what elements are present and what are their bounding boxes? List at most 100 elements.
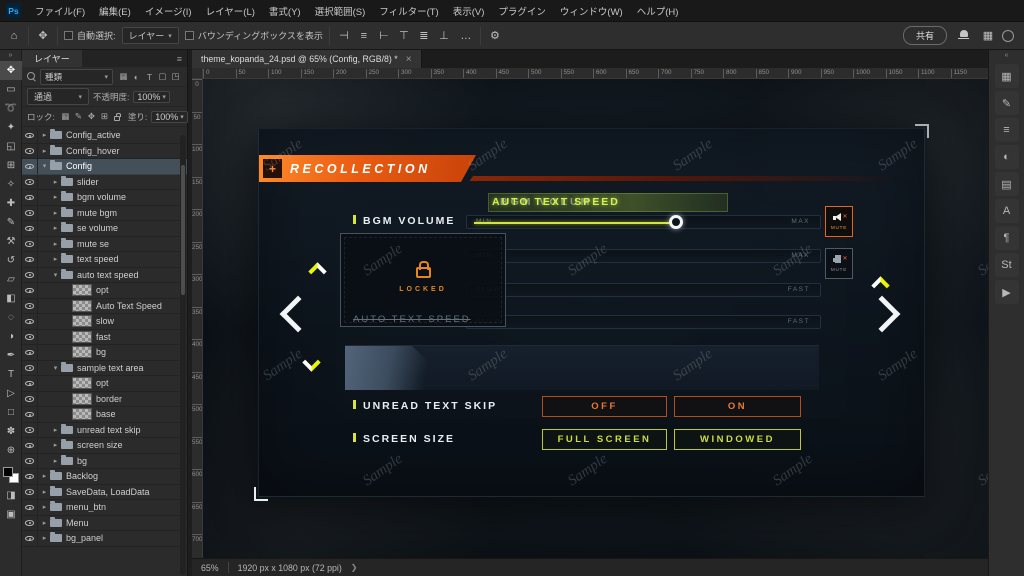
share-button[interactable]: 共有: [902, 26, 947, 45]
workspace-gear-icon[interactable]: ⚙: [487, 27, 503, 45]
actions-panel[interactable]: ▶: [994, 280, 1019, 304]
expand-arrow-icon[interactable]: ▸: [40, 131, 49, 139]
libraries-panel[interactable]: ▤: [994, 172, 1019, 196]
workspace-switcher-icon[interactable]: ▦: [980, 27, 996, 45]
visibility-eye-icon[interactable]: [22, 360, 38, 375]
layer-row-text-speed[interactable]: ▸ text speed: [22, 252, 187, 268]
rightbar-collapse-icon[interactable]: «: [989, 50, 1024, 61]
dodge-tool[interactable]: ◑: [0, 327, 22, 346]
screen-mode-icon[interactable]: ▣: [0, 505, 22, 524]
visibility-eye-icon[interactable]: [22, 298, 38, 313]
more-options-icon[interactable]: …: [458, 27, 474, 45]
layer-name[interactable]: slow: [96, 316, 114, 326]
visibility-eye-icon[interactable]: [22, 314, 38, 329]
layer-name[interactable]: Menu: [66, 518, 89, 528]
bgm-volume-slider[interactable]: MINMAX: [466, 215, 821, 229]
layer-row-border[interactable]: border: [22, 391, 187, 407]
visibility-eye-icon[interactable]: [22, 376, 38, 391]
layer-row-unread-text-skip[interactable]: ▸ unread text skip: [22, 422, 187, 438]
foreground-color-swatch[interactable]: [2, 467, 13, 477]
layer-name[interactable]: se volume: [77, 223, 118, 233]
toolbar-collapse-icon[interactable]: »: [0, 50, 21, 61]
visibility-eye-icon[interactable]: [22, 345, 38, 360]
filter-kind-dropdown[interactable]: 種類 ▾: [40, 68, 113, 85]
menu-item-l[interactable]: レイヤー(L): [199, 0, 262, 21]
shape-tool[interactable]: □: [0, 403, 22, 422]
notifications-bell-icon[interactable]: [957, 29, 970, 42]
nav-arrow-right-icon[interactable]: [863, 295, 901, 333]
lock-transparency-icon[interactable]: ▦: [59, 110, 72, 123]
layer-row-backlog[interactable]: ▸ Backlog: [22, 469, 187, 485]
mute-button-2[interactable]: ✕ MUTE: [825, 248, 853, 279]
path-selection-tool[interactable]: ▷: [0, 384, 22, 403]
quick-mask-icon[interactable]: ◨: [0, 486, 22, 505]
styles-panel[interactable]: St: [994, 253, 1019, 277]
layer-thumbnail[interactable]: [72, 284, 92, 297]
layers-scrollbar[interactable]: [180, 135, 186, 575]
gradient-tool[interactable]: ◧: [0, 289, 22, 308]
se-volume-slider[interactable]: MINMAX: [466, 249, 821, 263]
checkbox-box[interactable]: [64, 31, 73, 40]
adjustments-panel[interactable]: ◐: [994, 145, 1019, 169]
frame-tool[interactable]: ⊞: [0, 156, 22, 175]
layer-row-slow[interactable]: slow: [22, 314, 187, 330]
eraser-tool[interactable]: ▱: [0, 270, 22, 289]
tab-close-icon[interactable]: ×: [406, 54, 412, 65]
menu-item-y[interactable]: 書式(Y): [262, 0, 308, 21]
layer-row-mute-bgm[interactable]: ▸ mute bgm: [22, 205, 187, 221]
expand-arrow-icon[interactable]: ▾: [40, 162, 49, 170]
menu-item-f[interactable]: ファイル(F): [28, 0, 92, 21]
status-chevron-icon[interactable]: ❯: [351, 563, 358, 572]
visibility-eye-icon[interactable]: [22, 422, 38, 437]
layer-thumbnail[interactable]: [72, 408, 92, 421]
layer-row-config[interactable]: ▾ Config: [22, 159, 187, 175]
layer-name[interactable]: Config: [66, 161, 92, 171]
layer-name[interactable]: mute se: [77, 239, 109, 249]
expand-arrow-icon[interactable]: ▸: [51, 209, 60, 217]
color-panel[interactable]: ▦: [994, 64, 1019, 88]
layer-name[interactable]: Config_active: [66, 130, 121, 140]
menu-item-item[interactable]: プラグイン: [491, 0, 553, 21]
panel-menu-icon[interactable]: ≡: [177, 54, 182, 64]
brush-settings-panel[interactable]: ✎: [994, 91, 1019, 115]
full-screen-button[interactable]: FULL SCREEN: [542, 429, 667, 450]
visibility-eye-icon[interactable]: [22, 515, 38, 530]
layer-name[interactable]: screen size: [77, 440, 123, 450]
clone-stamp-tool[interactable]: ⚒: [0, 232, 22, 251]
visibility-eye-icon[interactable]: [22, 453, 38, 468]
expand-arrow-icon[interactable]: ▾: [51, 364, 60, 372]
align-left-icon[interactable]: ⊣: [336, 27, 352, 45]
visibility-eye-icon[interactable]: [22, 128, 38, 143]
layer-row-se-volume[interactable]: ▸ se volume: [22, 221, 187, 237]
layer-row-opt[interactable]: opt: [22, 283, 187, 299]
layer-row-auto-text-speed[interactable]: ▾ auto text speed: [22, 267, 187, 283]
expand-arrow-icon[interactable]: ▸: [51, 178, 60, 186]
layer-row-menu[interactable]: ▸ Menu: [22, 515, 187, 531]
layer-name[interactable]: auto text speed: [77, 270, 139, 280]
layers-tab[interactable]: レイヤー: [22, 50, 82, 67]
layer-row-opt[interactable]: opt: [22, 376, 187, 392]
marquee-tool[interactable]: ▭: [0, 80, 22, 99]
layer-row-savedata-loaddata[interactable]: ▸ SaveData, LoadData: [22, 484, 187, 500]
zoom-tool[interactable]: ⊕: [0, 441, 22, 460]
layer-row-bg-panel[interactable]: ▸ bg_panel: [22, 531, 187, 547]
visibility-eye-icon[interactable]: [22, 469, 38, 484]
checkbox-box[interactable]: [184, 31, 194, 40]
unread-skip-off-button[interactable]: OFF: [542, 396, 667, 417]
layer-name[interactable]: mute bgm: [77, 208, 117, 218]
visibility-eye-icon[interactable]: [22, 143, 38, 158]
crop-tool[interactable]: ◱: [0, 137, 22, 156]
filter-shape-layers-icon[interactable]: ▢: [156, 70, 169, 83]
menu-item-w[interactable]: ウィンドウ(W): [553, 0, 630, 21]
quick-selection-tool[interactable]: ✦: [0, 118, 22, 137]
lasso-tool[interactable]: ➰: [0, 99, 22, 118]
paragraph-panel[interactable]: ¶: [994, 226, 1019, 250]
blur-tool[interactable]: ◌: [0, 308, 22, 327]
layer-name[interactable]: Auto Text Speed: [96, 301, 162, 311]
layer-name[interactable]: unread text skip: [77, 425, 141, 435]
layer-name[interactable]: bg: [96, 347, 106, 357]
visibility-eye-icon[interactable]: [22, 283, 38, 298]
expand-arrow-icon[interactable]: ▸: [51, 193, 60, 201]
visibility-eye-icon[interactable]: [22, 407, 38, 422]
visibility-eye-icon[interactable]: [22, 190, 38, 205]
